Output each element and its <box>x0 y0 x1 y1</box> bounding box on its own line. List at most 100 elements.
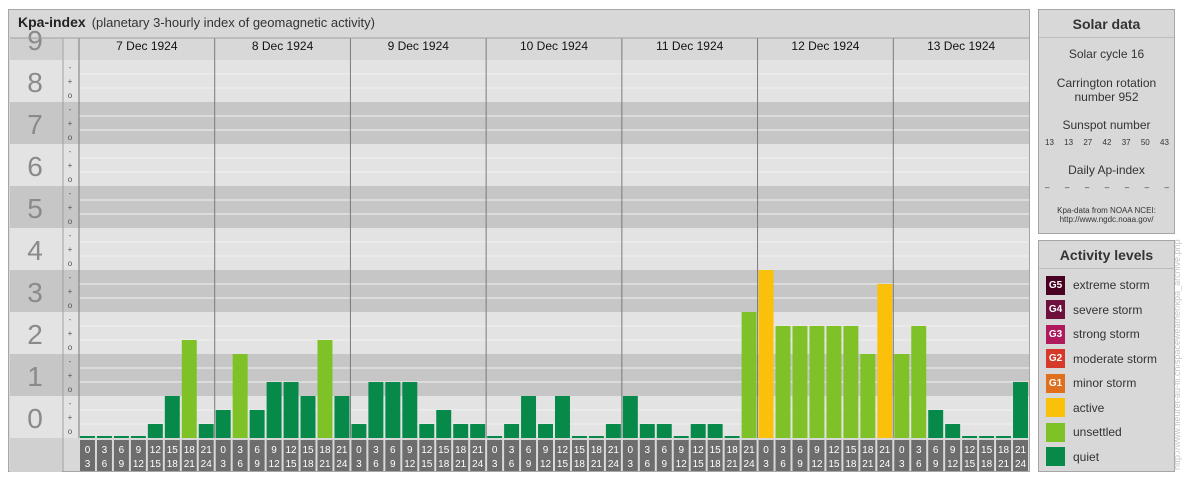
y-minor-tick: - <box>69 105 72 114</box>
hour-label-start: 0 <box>628 445 634 456</box>
hour-label-start: 18 <box>455 445 467 456</box>
y-minor-tick: - <box>69 189 72 198</box>
y-minor-tick: + <box>68 287 73 296</box>
hour-label-end: 9 <box>797 459 803 470</box>
kp-bar <box>164 396 180 438</box>
hour-label-end: 18 <box>438 459 450 470</box>
y-minor-tick: o <box>68 175 73 184</box>
hour-label-start: 15 <box>710 445 722 456</box>
kp-bar <box>860 354 876 438</box>
activity-level-item: G1 minor storm <box>1046 373 1136 393</box>
y-tick-label: 6 <box>27 151 43 182</box>
ap-label: Daily Ap-index <box>1068 163 1145 177</box>
y-minor-tick: + <box>68 161 73 170</box>
level-band <box>10 144 1029 186</box>
kp-bar <box>538 424 553 438</box>
kp-bar <box>113 436 129 438</box>
hour-label-start: 18 <box>184 445 196 456</box>
hour-label-end: 24 <box>336 459 348 470</box>
kp-bar <box>249 409 265 438</box>
hour-label-end: 18 <box>981 459 993 470</box>
hour-label-end: 21 <box>184 459 196 470</box>
day-label: 13 Dec 1924 <box>927 39 995 53</box>
sunspot-value: 42 <box>1102 138 1112 147</box>
y-tick-label: 4 <box>27 235 43 266</box>
kp-bar <box>588 436 604 438</box>
y-minor-tick: o <box>68 91 73 100</box>
hour-label-end: 3 <box>85 459 91 470</box>
kp-bar <box>436 409 452 438</box>
level-label: moderate storm <box>1073 351 1158 366</box>
hour-label-start: 6 <box>526 445 532 456</box>
hour-label-start: 6 <box>661 445 667 456</box>
level-label: severe storm <box>1073 302 1143 317</box>
kp-bar <box>334 396 350 438</box>
day-label: 7 Dec 1924 <box>116 39 178 53</box>
hour-label-start: 15 <box>981 445 993 456</box>
y-tick-label: 5 <box>27 193 43 224</box>
hour-label-end: 12 <box>269 459 281 470</box>
solar-cycle: Solar cycle 16 <box>1068 47 1145 61</box>
hour-label-end: 9 <box>933 459 939 470</box>
hour-label-start: 21 <box>744 445 756 456</box>
hour-label-end: 21 <box>591 459 603 470</box>
kp-bar <box>402 382 418 438</box>
hour-label-start: 21 <box>879 445 891 456</box>
kpa-chart: 0123456789o+-o+-o+-o+-o+-o+-o+-o+-o+-7 D… <box>10 25 1029 472</box>
y-tick-label: 3 <box>27 277 43 308</box>
hour-label-end: 24 <box>472 459 484 470</box>
chart-title-row: Kpa-index (planetary 3-hourly index of ge… <box>18 14 375 30</box>
sunspot-values: 13 13 27 42 37 50 43 <box>1045 138 1169 147</box>
hour-label-start: 18 <box>591 445 603 456</box>
hour-label-end: 12 <box>540 459 552 470</box>
data-credit-line-2: http://www.ngdc.noaa.gov/ <box>1059 215 1154 224</box>
hour-label-start: 3 <box>645 445 651 456</box>
sunspot-value: 50 <box>1140 138 1150 147</box>
level-label: quiet <box>1073 449 1100 464</box>
kp-bar <box>673 436 689 438</box>
level-label: unsettled <box>1073 425 1122 439</box>
y-minor-tick: - <box>69 273 72 282</box>
level-swatch: G5 <box>1046 275 1065 295</box>
kp-bar <box>724 436 740 438</box>
y-minor-tick: + <box>68 413 73 422</box>
ap-value: – <box>1144 183 1150 192</box>
kp-bar <box>147 424 163 438</box>
kp-bar <box>809 325 825 438</box>
hour-label-end: 6 <box>645 459 651 470</box>
kp-bar <box>571 436 587 438</box>
activity-levels-title: Activity levels <box>1039 241 1174 269</box>
ap-value: – <box>1164 183 1169 192</box>
hour-label-start: 15 <box>574 445 586 456</box>
kp-bar <box>792 325 808 438</box>
level-swatch <box>1046 447 1065 466</box>
hour-label-start: 9 <box>814 445 820 456</box>
hour-label-end: 3 <box>899 459 905 470</box>
hour-label-end: 21 <box>998 459 1010 470</box>
kp-bar <box>996 436 1012 438</box>
kp-bar <box>504 424 520 438</box>
y-minor-tick: - <box>69 147 72 156</box>
hour-label-start: 12 <box>964 445 976 456</box>
kp-bar <box>775 325 791 438</box>
hour-label-end: 18 <box>574 459 586 470</box>
y-minor-tick: + <box>68 329 73 338</box>
hour-label-end: 9 <box>661 459 667 470</box>
hour-label-end: 9 <box>390 459 396 470</box>
y-minor-tick: o <box>68 343 73 352</box>
kp-bar <box>385 382 401 438</box>
y-minor-tick: + <box>68 245 73 254</box>
activity-level-item: active <box>1046 398 1104 418</box>
hour-label-end: 24 <box>879 459 891 470</box>
hour-label-start: 6 <box>390 445 396 456</box>
y-tick-label: 8 <box>27 67 43 98</box>
kp-bar <box>453 424 469 438</box>
hour-label-end: 15 <box>150 459 162 470</box>
hour-label-end: 3 <box>356 459 362 470</box>
y-minor-tick: o <box>68 133 73 142</box>
activity-level-item: G4 severe storm <box>1046 300 1142 320</box>
hour-label-end: 18 <box>302 459 314 470</box>
level-swatch: G3 <box>1046 324 1065 344</box>
ap-value: – <box>1104 183 1110 192</box>
kp-bar <box>639 424 655 438</box>
